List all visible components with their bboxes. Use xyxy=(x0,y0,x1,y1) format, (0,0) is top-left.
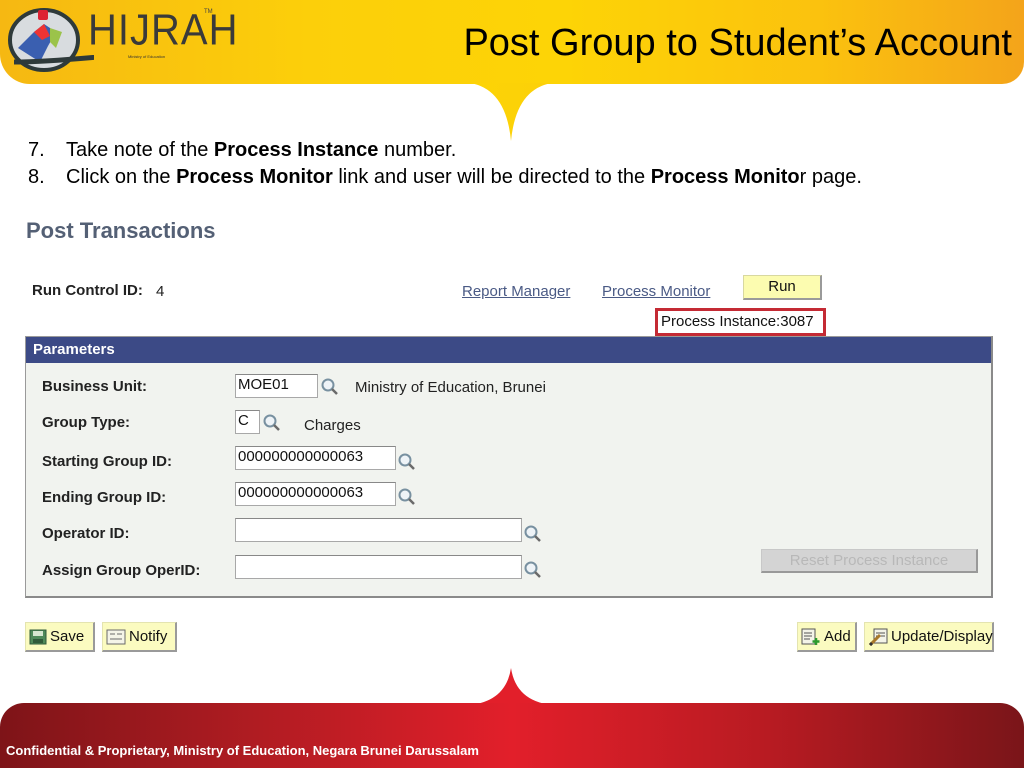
business-unit-row: Business Unit: MOE01 Ministry of Educati… xyxy=(26,374,991,400)
run-control-value: 4 xyxy=(156,283,165,300)
add-icon xyxy=(801,628,820,645)
lookup-icon[interactable] xyxy=(262,413,282,433)
page-title: Post Group to Student’s Account xyxy=(463,22,1012,64)
starting-group-id-label: Starting Group ID: xyxy=(42,453,172,470)
step-text-bold: Process Instance xyxy=(213,139,379,161)
operator-id-label: Operator ID: xyxy=(42,525,130,542)
group-type-description: Charges xyxy=(304,417,361,434)
step-text-bold: Process Monito xyxy=(650,166,800,188)
update-display-button[interactable]: Update/Display xyxy=(864,622,994,652)
post-transactions-title: Post Transactions xyxy=(26,218,216,243)
step-text-part: r page. xyxy=(799,166,862,188)
lookup-icon[interactable] xyxy=(523,524,543,544)
hijrah-logo: HIJRAH TM Ministry of Education xyxy=(4,2,237,76)
lookup-icon[interactable] xyxy=(397,452,417,472)
ending-group-id-input[interactable]: 000000000000063 xyxy=(235,482,396,506)
step-text-part: link and user will be directed to the xyxy=(332,166,651,188)
step-number: 8. xyxy=(28,166,45,188)
group-type-row: Group Type: C Charges xyxy=(26,410,991,436)
footer-bar: Confidential & Proprietary, Ministry of … xyxy=(0,703,1024,768)
reset-process-instance-button[interactable]: Reset Process Instance xyxy=(761,549,978,573)
parameters-header: Parameters xyxy=(26,337,991,363)
assign-group-operid-input[interactable] xyxy=(235,555,522,579)
globe-logo-icon xyxy=(8,8,205,72)
step-text-bold: Process Monitor xyxy=(176,166,333,188)
header-banner: HIJRAH TM Ministry of Education Post Gro… xyxy=(0,0,1024,84)
instructions-list: 7. Take note of the Process Instance num… xyxy=(28,137,862,191)
step-text: Click on the Process Monitor link and us… xyxy=(66,164,862,191)
banner-tip-decoration xyxy=(470,83,552,141)
process-instance-highlight: Process Instance:3087 xyxy=(655,308,826,336)
starting-group-id-row: Starting Group ID: 000000000000063 xyxy=(26,446,991,472)
starting-group-id-input[interactable]: 000000000000063 xyxy=(235,446,396,470)
ending-group-id-label: Ending Group ID: xyxy=(42,489,167,506)
business-unit-label: Business Unit: xyxy=(42,378,148,395)
step-text-part: number. xyxy=(378,139,457,161)
notify-icon xyxy=(106,629,126,644)
save-label: Save xyxy=(50,627,85,645)
add-button[interactable]: Add xyxy=(797,622,857,652)
report-manager-link[interactable]: Report Manager xyxy=(462,283,570,300)
run-button[interactable]: Run xyxy=(743,275,822,300)
lookup-icon[interactable] xyxy=(320,377,340,397)
save-button[interactable]: Save xyxy=(25,622,95,652)
update-display-label: Update/Display xyxy=(891,627,993,645)
operator-id-input[interactable] xyxy=(235,518,522,542)
operator-id-row: Operator ID: xyxy=(26,518,991,544)
group-type-label: Group Type: xyxy=(42,414,131,431)
parameters-panel: Parameters Business Unit: MOE01 Ministry… xyxy=(25,336,993,598)
step-text: Take note of the Process Instance number… xyxy=(66,137,456,164)
instruction-step-8: 8. Click on the Process Monitor link and… xyxy=(28,164,862,191)
save-icon xyxy=(29,629,47,644)
business-unit-input[interactable]: MOE01 xyxy=(235,374,318,398)
run-control-label: Run Control ID: xyxy=(32,282,143,299)
business-unit-description: Ministry of Education, Brunei xyxy=(355,379,546,396)
notify-label: Notify xyxy=(129,627,168,645)
lookup-icon[interactable] xyxy=(523,560,543,580)
step-number: 7. xyxy=(28,139,45,161)
assign-group-operid-label: Assign Group OperID: xyxy=(42,562,201,579)
logo-subtitle: Ministry of Education xyxy=(128,54,166,59)
add-label: Add xyxy=(824,627,851,645)
step-text-part: Take note of the xyxy=(66,139,214,161)
instruction-step-7: 7. Take note of the Process Instance num… xyxy=(28,137,862,164)
logo-text: HIJRAH xyxy=(88,6,239,55)
notify-button[interactable]: Notify xyxy=(102,622,177,652)
process-monitor-link[interactable]: Process Monitor xyxy=(602,283,710,300)
group-type-input[interactable]: C xyxy=(235,410,260,434)
footer-tip-decoration xyxy=(470,668,552,705)
logo-trademark: TM xyxy=(204,9,213,15)
lookup-icon[interactable] xyxy=(397,487,417,507)
footer-confidential-text: Confidential & Proprietary, Ministry of … xyxy=(6,743,479,758)
update-display-icon xyxy=(868,628,888,646)
step-text-part: Click on the xyxy=(66,166,177,188)
ending-group-id-row: Ending Group ID: 000000000000063 xyxy=(26,482,991,508)
